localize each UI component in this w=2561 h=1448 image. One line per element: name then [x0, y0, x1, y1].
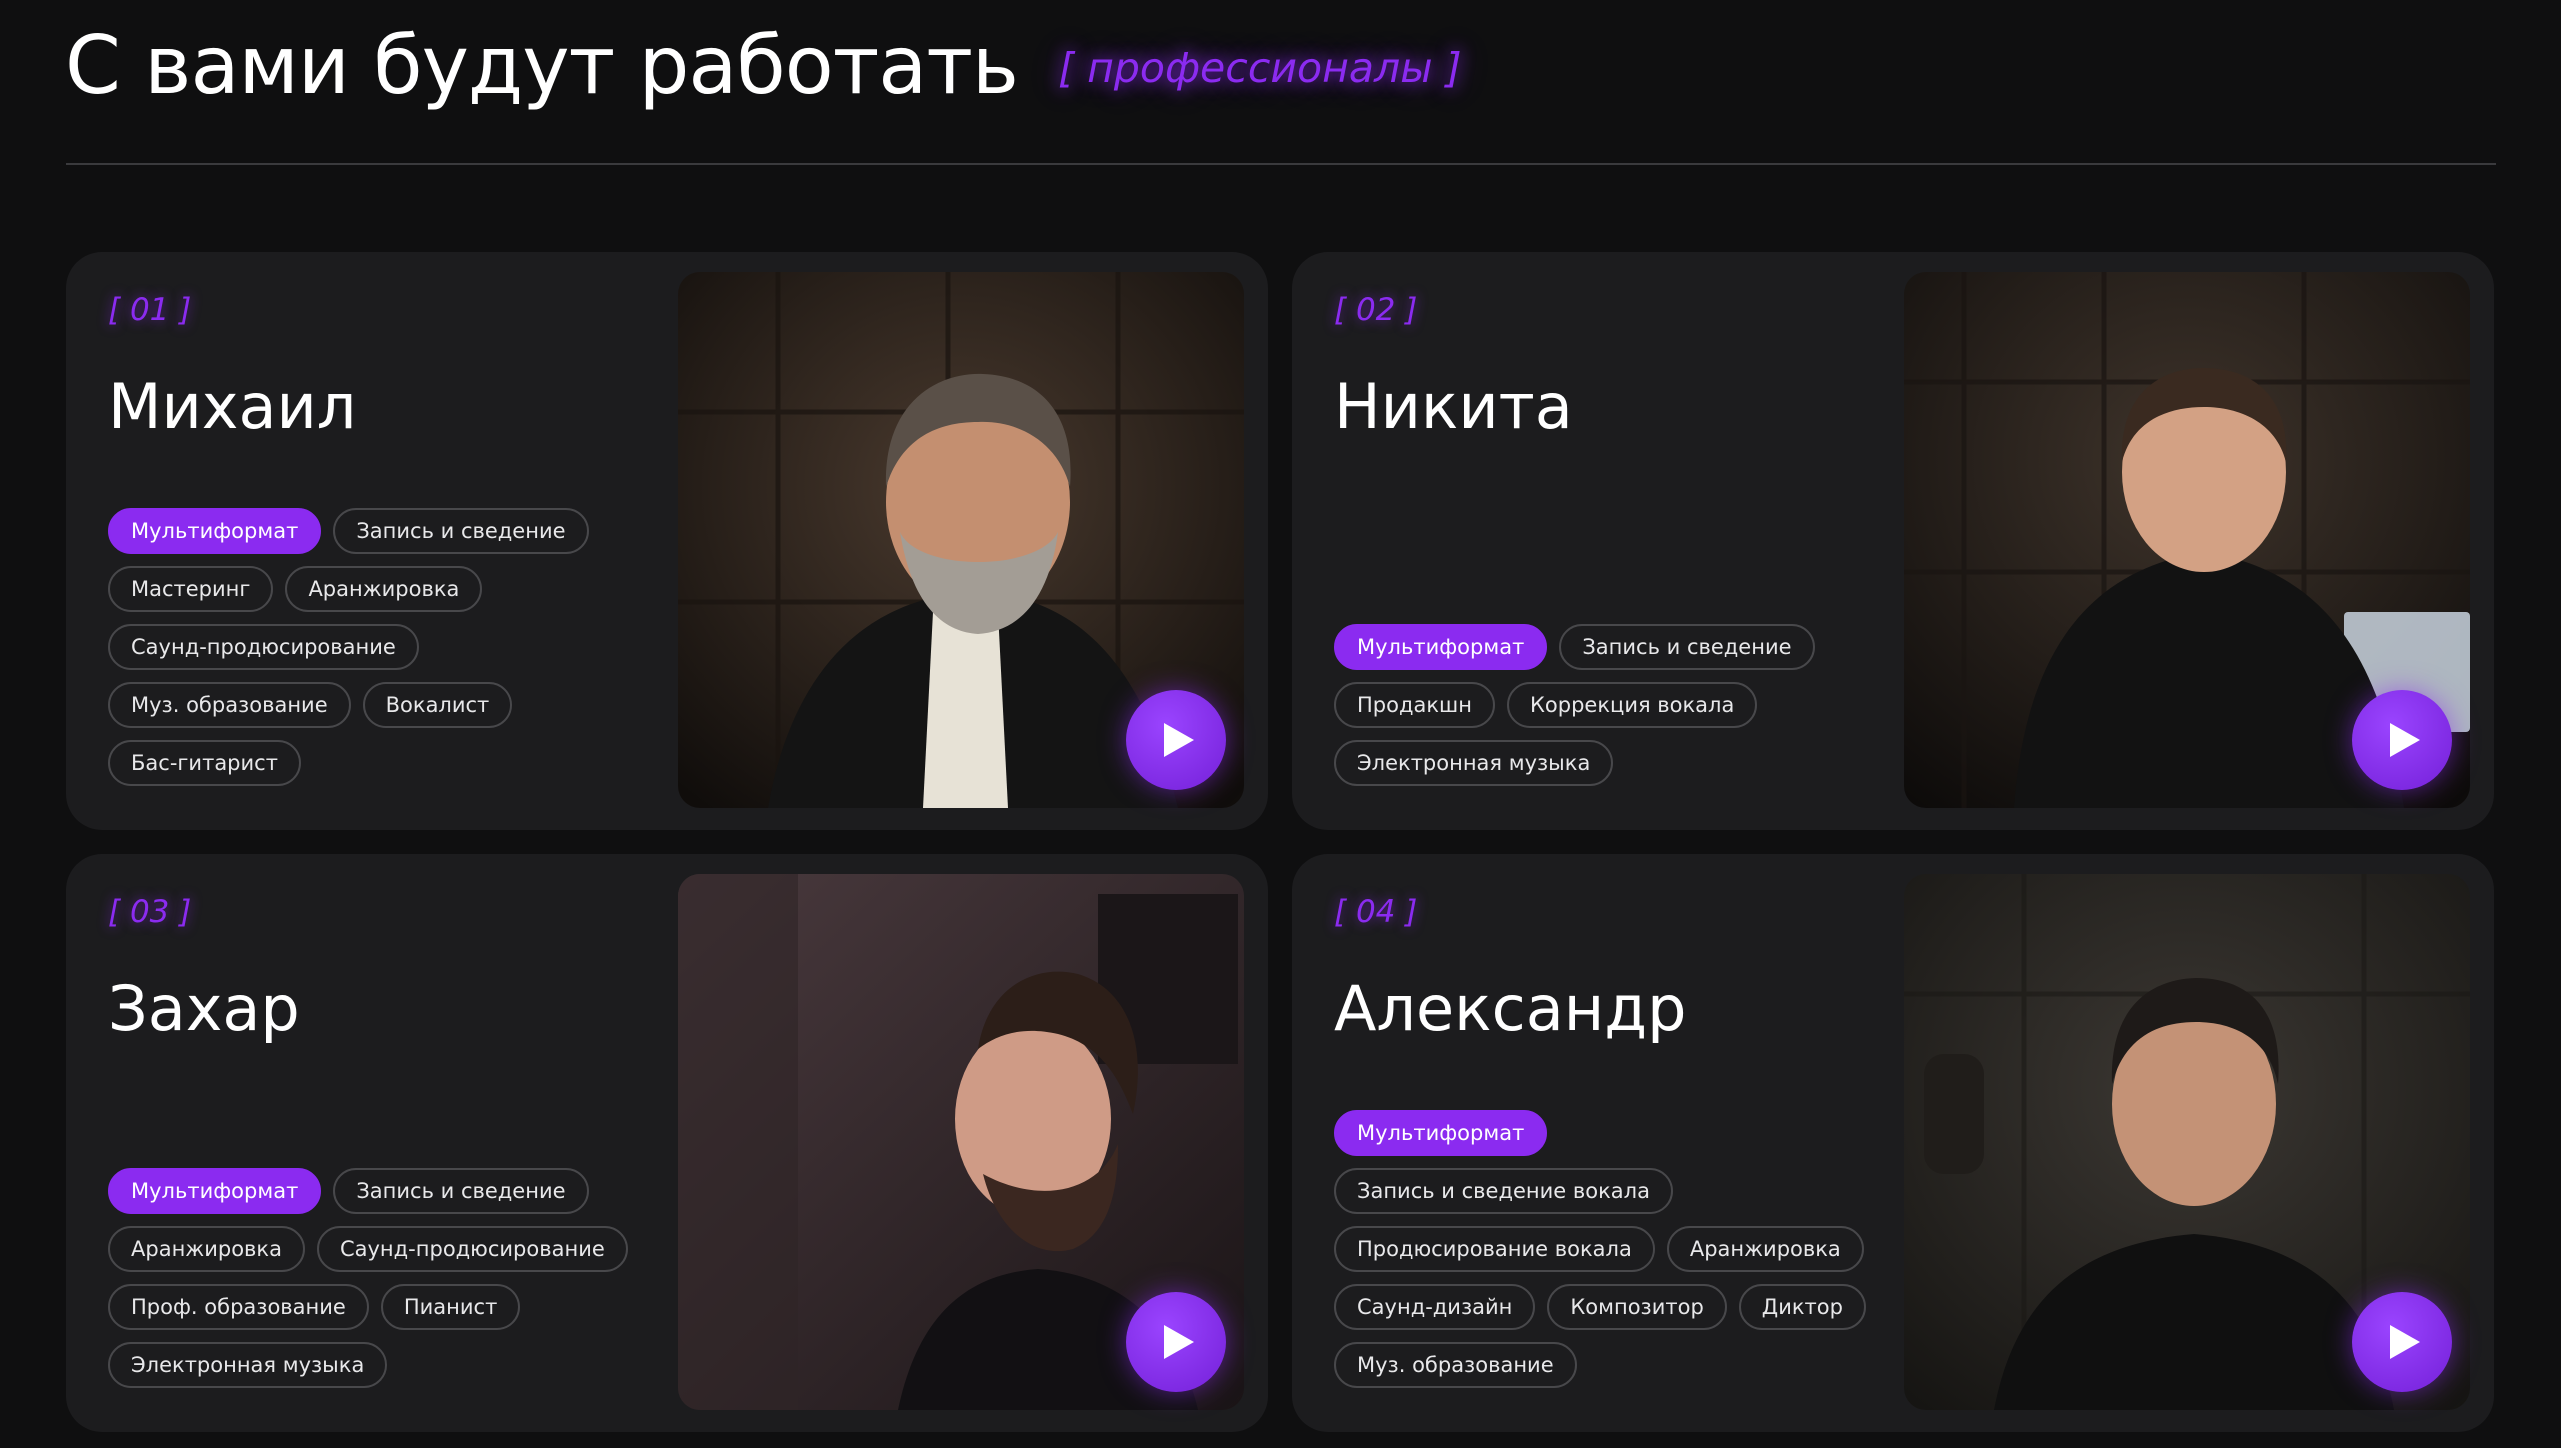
tag: Мастеринг	[108, 566, 274, 612]
expert-name: Александр	[1334, 972, 1687, 1045]
expert-tags: Мультиформат Запись и сведение Аранжиров…	[108, 1168, 668, 1388]
page: С вами будут работать [ профессионалы ] …	[0, 0, 2561, 1448]
tag: Диктор	[1738, 1284, 1866, 1330]
tag: Мультиформат	[1334, 624, 1548, 670]
tag: Муз. образование	[108, 682, 351, 728]
tag: Электронная музыка	[1334, 740, 1614, 786]
tag: Муз. образование	[1334, 1342, 1577, 1388]
tag: Запись и сведение	[333, 1168, 589, 1214]
page-title: С вами будут работать	[65, 18, 1019, 112]
tag: Мультиформат	[108, 508, 322, 554]
play-button[interactable]	[1126, 690, 1226, 790]
tag: Продакшн	[1334, 682, 1495, 728]
tag: Бас-гитарист	[108, 740, 301, 786]
expert-tags: Мультиформат Запись и сведение вокала Пр…	[1334, 1110, 1894, 1388]
tag: Саунд-дизайн	[1334, 1284, 1536, 1330]
section-header: С вами будут работать [ профессионалы ]	[65, 10, 1462, 120]
tag: Аранжировка	[285, 566, 483, 612]
play-button[interactable]	[2352, 690, 2452, 790]
expert-name: Никита	[1334, 370, 1573, 443]
expert-number: [ 01 ]	[108, 292, 192, 328]
tag: Пианист	[380, 1284, 521, 1330]
expert-card: [ 04 ] Александр Мультиформат Запись и с…	[1292, 854, 2494, 1432]
tag: Мультиформат	[108, 1168, 322, 1214]
tag: Саунд-продюсирование	[108, 624, 419, 670]
tag: Аранжировка	[108, 1226, 305, 1272]
tag: Вокалист	[362, 682, 513, 728]
tag: Мультиформат	[1334, 1110, 1548, 1156]
divider	[66, 163, 2496, 165]
expert-name: Захар	[108, 972, 300, 1045]
expert-card: [ 01 ] Михаил Мультиформат Запись и свед…	[66, 252, 1268, 830]
tag: Запись и сведение	[1559, 624, 1815, 670]
play-icon	[1164, 1325, 1194, 1359]
expert-card: [ 03 ] Захар Мультиформат Запись и сведе…	[66, 854, 1268, 1432]
tag: Саунд-продюсирование	[316, 1226, 628, 1272]
play-icon	[2390, 1325, 2420, 1359]
tag: Продюсирование вокала	[1334, 1226, 1655, 1272]
expert-number: [ 03 ]	[108, 894, 192, 930]
tag: Запись и сведение	[333, 508, 589, 554]
page-subtitle: [ профессионалы ]	[1058, 44, 1462, 92]
tag: Аранжировка	[1666, 1226, 1864, 1272]
expert-number: [ 04 ]	[1334, 894, 1418, 930]
tag: Проф. образование	[108, 1284, 369, 1330]
tag: Композитор	[1547, 1284, 1727, 1330]
expert-number: [ 02 ]	[1334, 292, 1418, 328]
play-button[interactable]	[2352, 1292, 2452, 1392]
expert-name: Михаил	[108, 370, 357, 443]
expert-tags: Мультиформат Запись и сведение Продакшн …	[1334, 624, 1894, 786]
experts-grid: [ 01 ] Михаил Мультиформат Запись и свед…	[66, 252, 2496, 1432]
expert-card: [ 02 ] Никита Мультиформат Запись и свед…	[1292, 252, 2494, 830]
play-icon	[1164, 723, 1194, 757]
tag: Электронная музыка	[108, 1342, 388, 1388]
tag: Запись и сведение вокала	[1334, 1168, 1673, 1214]
play-icon	[2390, 723, 2420, 757]
tag: Коррекция вокала	[1507, 682, 1758, 728]
play-button[interactable]	[1126, 1292, 1226, 1392]
expert-tags: Мультиформат Запись и сведение Мастеринг…	[108, 508, 668, 786]
